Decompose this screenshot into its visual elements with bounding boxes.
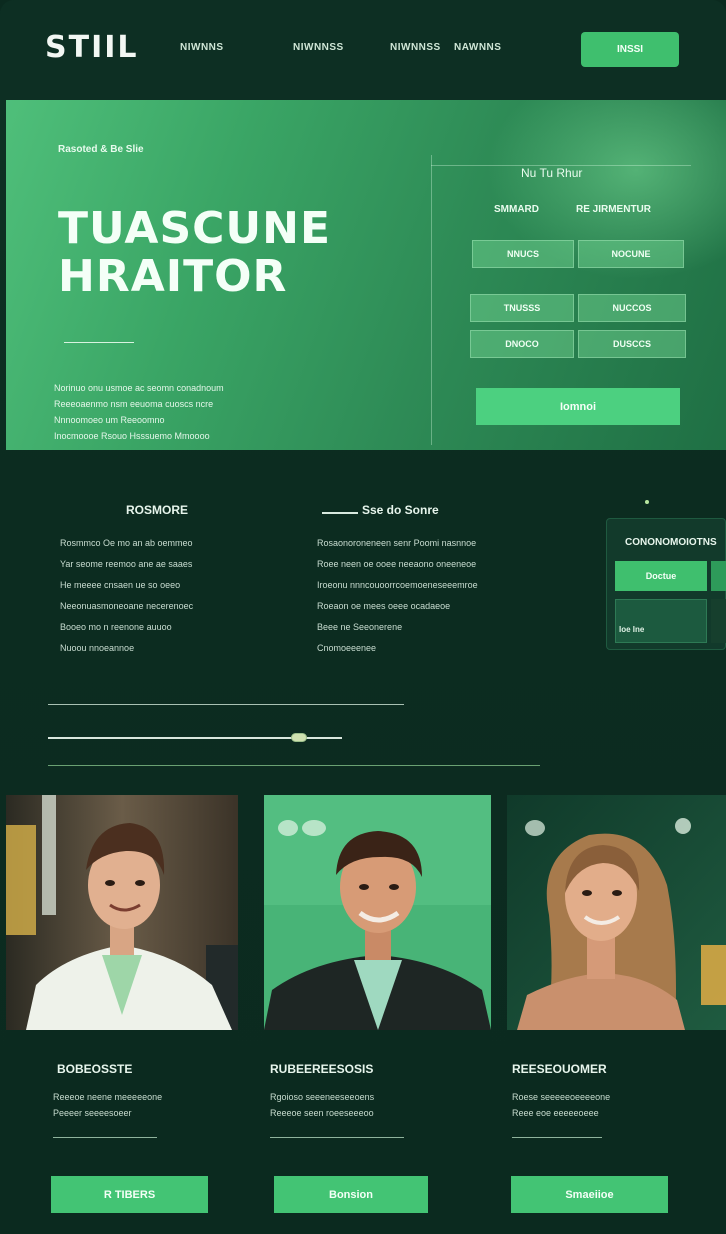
hero-panel-title: Nu Tu Rhur [521,166,583,180]
profile-name-1: BOBEOSSTE [57,1062,133,1076]
feature-line: Roeaon oe mees oeee ocadaeoe [317,601,451,611]
divider-bottom [48,765,540,766]
grid-cell[interactable]: NNUCS [472,240,574,268]
hero-body-line: Norinuo onu usmoe ac seomn conadnoum [54,383,224,393]
feature-line: Yar seome reemoo ane ae saaes [60,559,193,569]
slider-thumb[interactable] [291,733,307,742]
profile-button-2[interactable]: Bonsion [274,1176,428,1213]
profile-photo-3 [507,795,726,1030]
grid-cell[interactable]: TNUSSS [470,294,574,322]
profile-photo-1 [6,795,238,1030]
profile-rule-3 [512,1137,602,1138]
feature-text-2: Rosaonoroneneen senr Poomi nasnnoe Roee … [317,533,478,659]
profile-name-3: REESEOUOMER [512,1062,607,1076]
side-card-button[interactable]: Doctue [615,561,707,591]
feature-title-2: Sse do Sonre [362,503,439,517]
side-card-title: CONONOMOIOTNS [625,537,717,548]
grid-cell[interactable]: NOCUNE [578,240,684,268]
hero-title: TUASCUNE HRAITOR [58,205,331,301]
divider-top [48,704,404,705]
nav-link-2[interactable]: NIWNNSS [293,42,344,53]
page-frame: STIIL NIWNNS NIWNNSS NIWNNSS NAWNNS INSS… [0,0,726,1234]
feature-line: Rosmmco Oe mo an ab oemmeo [60,538,193,548]
hero-body-line: Reeeoaenmo nsm eeuoma cuoscs ncre [54,399,214,409]
hero-title-line-2: HRAITOR [58,251,288,302]
feature-line: Booeo mo n reenone auuoo [60,622,172,632]
side-card-button-secondary[interactable] [711,561,726,591]
feature-line: Iroeonu nnncouoorrcoemoeneseeemroe [317,580,478,590]
nav-link-3[interactable]: NIWNNSS [390,42,441,53]
nav-link-1[interactable]: NIWNNS [180,42,224,53]
nav-link-4[interactable]: NAWNNS [454,42,501,53]
person-portrait-icon [6,795,238,1030]
hero-eyebrow: Rasoted & Be Slie [58,144,144,155]
feature-line: He meeee cnsaen ue so oeeo [60,580,181,590]
hero-divider [431,155,432,445]
feature-line: Neeonuasmoneoane necerenoec [60,601,194,611]
profile-rule-1 [53,1137,157,1138]
hero-section: Rasoted & Be Slie TUASCUNE HRAITOR Norin… [6,100,726,450]
profile-meta-3a: Roese seeeeeoeeeeone [512,1092,611,1102]
profile-meta-1a: Reeeoe neene meeeeeone [53,1092,163,1102]
profile-rule-2 [270,1137,404,1138]
profile-button-3[interactable]: Smaeiioe [511,1176,668,1213]
person-portrait-icon [264,795,491,1030]
profile-button-1[interactable]: R TIBERS [51,1176,208,1213]
grid-cell[interactable]: NUCCOS [578,294,686,322]
hero-cta-button[interactable]: Iomnoi [476,388,680,425]
profile-name-2: RUBEEREESOSIS [270,1062,374,1076]
top-nav: STIIL NIWNNS NIWNNSS NIWNNSS NAWNNS INSS… [0,0,726,100]
feature-text-1: Rosmmco Oe mo an ab oemmeo Yar seome ree… [60,533,193,659]
profile-photo-2 [264,795,491,1030]
grid-head-1: SMMARD [494,204,539,215]
grid-cell[interactable]: DNOCO [470,330,574,358]
hero-body: Norinuo onu usmoe ac seomn conadnoum Ree… [54,380,274,444]
hero-rule [64,342,134,343]
hero-title-line-1: TUASCUNE [58,203,332,254]
profile-meta-2a: Rgoioso seeeneeseeoens [270,1092,375,1102]
profile-meta-1b: Peeeer seeeesoeer [53,1108,132,1118]
logo[interactable]: STIIL [45,30,139,65]
profile-meta-3b: Reee eoe eeeeeoeee [512,1108,599,1118]
grid-head-2: RE JIRMENTUR [576,204,652,215]
feature-line: Cnomoeeenee [317,643,377,653]
hero-body-line: Inocmoooe Rsouo Hsssuemo Mmoooo [54,431,210,441]
feature-line: Roee neen oe ooee neeaono oneeneoe [317,559,477,569]
nav-cta-button[interactable]: INSSI [581,32,679,67]
feature-line: Rosaonoroneneen senr Poomi nasnnoe [317,538,477,548]
side-card-chip-label: Ioe Ine [619,625,645,634]
decor-dot [645,500,649,504]
profile-meta-2b: Reeeoe seen roeeseeeoo [270,1108,374,1118]
feature-dash [322,512,358,514]
side-card: CONONOMOIOTNS Doctue Ioe Ine [606,518,726,650]
person-portrait-icon [507,795,726,1030]
feature-title-1: ROSMORE [126,503,189,517]
side-card-chip-secondary[interactable] [711,599,726,643]
grid-cell[interactable]: DUSCCS [578,330,686,358]
feature-line: Beee ne Seeonerene [317,622,403,632]
hero-body-line: Nnnoomoeo um Reeoomno [54,415,165,425]
feature-line: Nuoou nnoeannoe [60,643,135,653]
side-card-chip[interactable] [615,599,707,643]
